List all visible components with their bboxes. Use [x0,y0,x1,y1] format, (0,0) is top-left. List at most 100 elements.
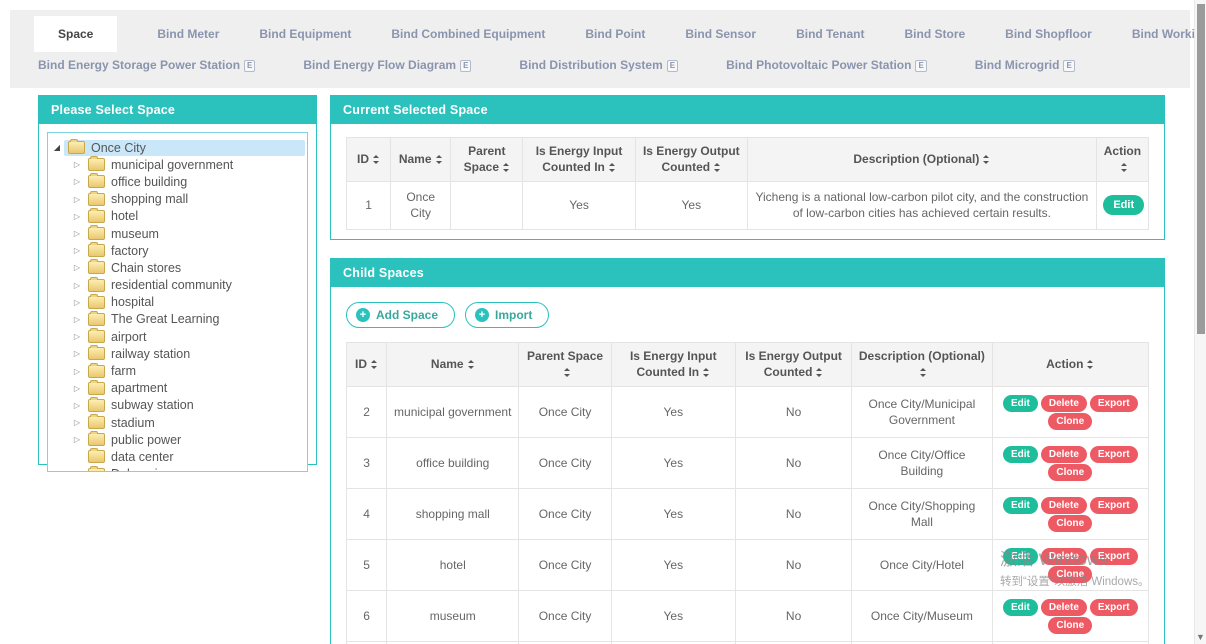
collapse-arrow-icon[interactable]: ◢ [50,143,64,152]
column-header-is-energy-output-counted[interactable]: Is Energy Output Counted [735,343,851,387]
table-row: 6museumOnce CityYesNoOnce City/MuseumEdi… [347,591,1149,642]
expand-arrow-icon[interactable]: ▷ [70,281,84,290]
scroll-down-arrow-icon[interactable]: ▼ [1195,632,1206,642]
expand-arrow-icon[interactable]: ▷ [70,160,84,169]
edit-button[interactable]: Edit [1003,497,1038,514]
tab-bind-photovoltaic-power-station[interactable]: Bind Photovoltaic Power StationE [726,52,927,78]
tab-bind-store[interactable]: Bind Store [905,16,966,52]
tab-bind-microgrid[interactable]: Bind MicrogridE [975,52,1075,78]
tree-item-hotel[interactable]: ▷hotel [50,208,305,225]
column-header-is-energy-input-counted-in[interactable]: Is Energy Input Counted In [523,138,635,182]
export-button[interactable]: Export [1090,548,1138,565]
column-header-action[interactable]: Action [992,343,1148,387]
expand-arrow-icon[interactable]: ▷ [70,435,84,444]
column-header-is-energy-input-counted-in[interactable]: Is Energy Input Counted In [611,343,735,387]
tree-item-municipal-government[interactable]: ▷municipal government [50,156,305,173]
expand-arrow-icon[interactable]: ▷ [70,401,84,410]
expand-arrow-icon[interactable]: ▷ [70,298,84,307]
edit-button[interactable]: Edit [1003,599,1038,616]
edit-button[interactable]: Edit [1003,446,1038,463]
export-button[interactable]: Export [1090,446,1138,463]
space-management-page: Space Bind Meter Bind Equipment Bind Combin… [0,0,1206,644]
add-space-button[interactable]: + Add Space [346,302,455,328]
tree-item-chain-stores[interactable]: ▷Chain stores [50,259,305,276]
tree-item-debugging-space[interactable]: Debugging space [50,466,305,472]
delete-button[interactable]: Delete [1041,548,1087,565]
tree-item-hospital[interactable]: ▷ hospital [50,294,305,311]
expand-arrow-icon[interactable]: ▷ [70,263,84,272]
page-scrollbar[interactable]: ▼ [1194,0,1206,644]
delete-button[interactable]: Delete [1041,446,1087,463]
delete-button[interactable]: Delete [1041,599,1087,616]
expand-arrow-icon[interactable]: ▷ [70,212,84,221]
tree-item-museum[interactable]: ▷museum [50,225,305,242]
expand-arrow-icon[interactable]: ▷ [70,315,84,324]
tab-bind-point[interactable]: Bind Point [585,16,645,52]
export-button[interactable]: Export [1090,395,1138,412]
tree-item-data-center[interactable]: data center [50,448,305,465]
tree-item-shopping-mall[interactable]: ▷shopping mall [50,191,305,208]
tree-item-the-great-learning[interactable]: ▷The Great Learning [50,311,305,328]
tree-item-airport[interactable]: ▷airport [50,328,305,345]
column-header-description-optional[interactable]: Description (Optional) [852,343,992,387]
clone-button[interactable]: Clone [1048,464,1092,481]
import-button[interactable]: + Import [465,302,549,328]
column-header-name[interactable]: Name [391,138,451,182]
expand-arrow-icon[interactable]: ▷ [70,332,84,341]
column-header-description-optional[interactable]: Description (Optional) [747,138,1096,182]
delete-button[interactable]: Delete [1041,395,1087,412]
expand-arrow-icon[interactable]: ▷ [70,229,84,238]
tree-item-once-city[interactable]: ◢Once City [50,139,305,156]
scrollbar-thumb[interactable] [1197,4,1205,334]
expand-arrow-icon[interactable]: ▷ [70,195,84,204]
tree-item-label-wrap: stadium [84,415,305,431]
export-button[interactable]: Export [1090,599,1138,616]
folder-icon [88,468,105,472]
column-header-id[interactable]: ID [347,343,387,387]
expand-arrow-icon[interactable]: ▷ [70,367,84,376]
expand-arrow-icon[interactable]: ▷ [70,384,84,393]
tab-bind-combined-equipment[interactable]: Bind Combined Equipment [391,16,545,52]
cell-parent: Once City [519,387,611,438]
tab-bind-sensor[interactable]: Bind Sensor [685,16,756,52]
column-header-parent-space[interactable]: Parent Space [451,138,523,182]
clone-button[interactable]: Clone [1048,515,1092,532]
tree-item-label: hospital [111,295,154,309]
tree-item-public-power[interactable]: ▷public power [50,431,305,448]
tab-space[interactable]: Space [34,16,117,52]
expand-arrow-icon[interactable]: ▷ [70,177,84,186]
column-header-is-energy-output-counted[interactable]: Is Energy Output Counted [635,138,747,182]
expand-arrow-icon[interactable]: ▷ [70,246,84,255]
tab-bind-equipment[interactable]: Bind Equipment [259,16,351,52]
tab-bind-meter[interactable]: Bind Meter [157,16,219,52]
tree-item-stadium[interactable]: ▷stadium [50,414,305,431]
column-header-action[interactable]: Action [1096,138,1148,182]
clone-button[interactable]: Clone [1048,413,1092,430]
tree-item-subway-station[interactable]: ▷subway station [50,397,305,414]
tab-bind-energy-storage-power-station[interactable]: Bind Energy Storage Power StationE [38,52,255,78]
column-header-name[interactable]: Name [387,343,519,387]
column-header-parent-space[interactable]: Parent Space [519,343,611,387]
delete-button[interactable]: Delete [1041,497,1087,514]
expand-arrow-icon[interactable]: ▷ [70,418,84,427]
edit-button[interactable]: Edit [1003,395,1038,412]
tab-bind-tenant[interactable]: Bind Tenant [796,16,864,52]
tab-bind-energy-flow-diagram[interactable]: Bind Energy Flow DiagramE [303,52,471,78]
tree-item-farm[interactable]: ▷farm [50,362,305,379]
edit-button[interactable]: Edit [1003,548,1038,565]
tree-item-apartment[interactable]: ▷apartment [50,380,305,397]
tree-item-factory[interactable]: ▷factory [50,242,305,259]
edit-button[interactable]: Edit [1103,195,1144,215]
cell-output: Yes [635,182,747,229]
tree-item-railway-station[interactable]: ▷railway station [50,345,305,362]
cell-id: 4 [347,489,387,540]
clone-button[interactable]: Clone [1048,566,1092,583]
tree-item-office-building[interactable]: ▷office building [50,173,305,190]
column-header-id[interactable]: ID [347,138,391,182]
expand-arrow-icon[interactable]: ▷ [70,349,84,358]
clone-button[interactable]: Clone [1048,617,1092,634]
tab-bind-distribution-system[interactable]: Bind Distribution SystemE [519,52,678,78]
export-button[interactable]: Export [1090,497,1138,514]
tree-item-residential-community[interactable]: ▷residential community [50,277,305,294]
tab-bind-shopfloor[interactable]: Bind Shopfloor [1005,16,1092,52]
